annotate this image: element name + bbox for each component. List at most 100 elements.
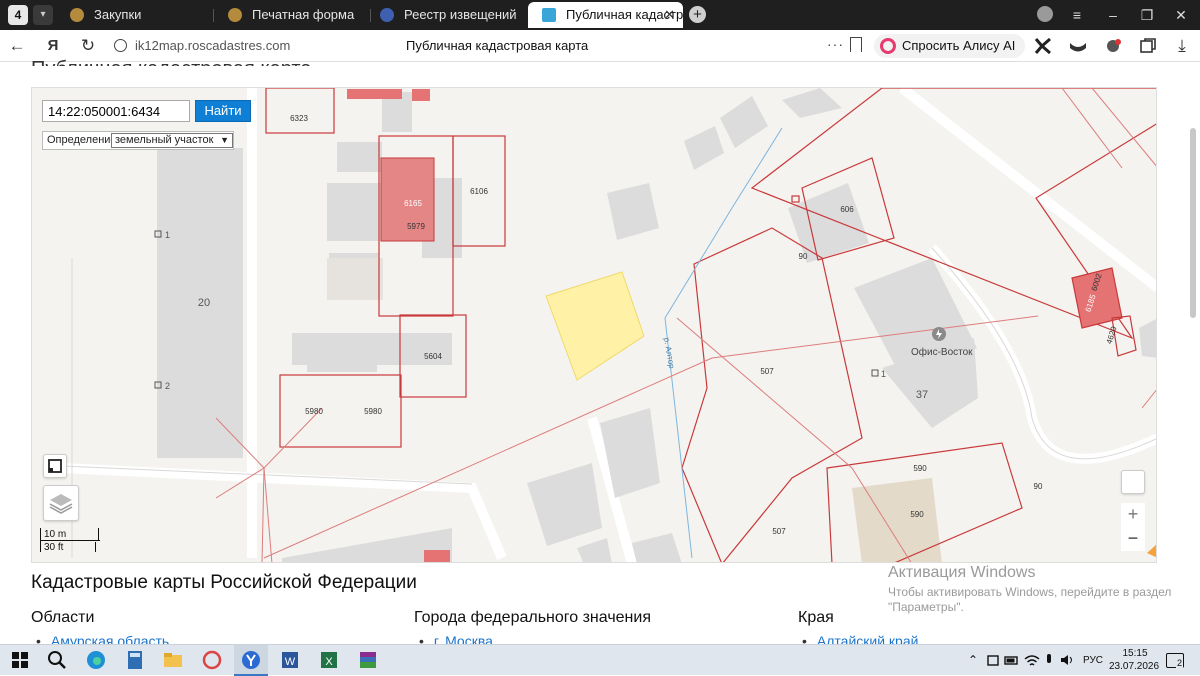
- ask-alice-button[interactable]: Спросить Алису AI: [874, 34, 1026, 58]
- clock-date[interactable]: 23.07.2026: [1109, 661, 1159, 672]
- new-tab-button[interactable]: +: [689, 6, 706, 23]
- minimize-icon[interactable]: –: [1096, 0, 1130, 30]
- parcel-label: 590: [913, 464, 927, 473]
- parcel-label: 90: [1034, 482, 1043, 491]
- more-dots-icon[interactable]: ···: [827, 36, 844, 52]
- svg-text:X: X: [325, 656, 333, 668]
- tray-overflow-icon[interactable]: ⌃: [968, 653, 978, 667]
- tab-cadastral-map[interactable]: Публичная кадастровая ✕: [528, 2, 683, 28]
- parcel-label: 90: [799, 252, 808, 261]
- entrance-label: 1: [881, 369, 886, 379]
- close-icon[interactable]: ✕: [664, 2, 675, 28]
- map-scale: 10 m 30 ft: [40, 528, 102, 558]
- reload-icon[interactable]: ↻: [77, 35, 99, 57]
- language-indicator[interactable]: РУС: [1083, 655, 1103, 666]
- alice-label: Спросить Алису AI: [902, 38, 1016, 53]
- network-icon[interactable]: [1024, 650, 1040, 670]
- poi-label[interactable]: Офис-Восток: [911, 346, 973, 358]
- layers-button[interactable]: [43, 485, 79, 521]
- tab-zakupki[interactable]: Закупки: [56, 2, 206, 28]
- edge-browser-icon[interactable]: [86, 650, 106, 670]
- parcel-label: 6165: [404, 199, 422, 208]
- parcel-label: 5980: [305, 407, 323, 416]
- windows-taskbar: W X ⌃ РУС 15:15 23.07.2026 2: [0, 644, 1200, 676]
- tab-label: Закупки: [94, 7, 142, 22]
- parcel-label: 507: [760, 367, 774, 376]
- section-title: Кадастровые карты Российской Федерации: [31, 572, 417, 593]
- layers-icon: [49, 494, 73, 514]
- chevron-down-icon: ▼: [220, 135, 229, 145]
- zoom-out-button[interactable]: −: [1121, 527, 1145, 551]
- pocket-icon[interactable]: [1069, 38, 1087, 54]
- bookmark-icon[interactable]: [850, 37, 862, 52]
- building-number: 37: [916, 389, 928, 401]
- tab-registry[interactable]: Реестр извещений: [366, 2, 521, 28]
- emblem-icon: [228, 8, 242, 22]
- map-option-button[interactable]: [1121, 470, 1145, 494]
- page-title: Публичная кадастровая карта: [406, 38, 589, 53]
- site-info-icon[interactable]: [114, 39, 127, 52]
- svg-text:W: W: [285, 656, 296, 668]
- collections-icon[interactable]: [1139, 38, 1157, 54]
- parcel-label: 5980: [364, 407, 382, 416]
- excel-icon[interactable]: X: [319, 650, 339, 670]
- volume-icon[interactable]: [1059, 650, 1075, 670]
- column-title-federal-cities: Города федерального значения: [414, 609, 651, 626]
- parcel-label: 590: [910, 510, 924, 519]
- url-text[interactable]: ik12map.roscadastres.com: [135, 38, 290, 53]
- close-window-icon[interactable]: ✕: [1164, 0, 1198, 30]
- parcel-label: 5604: [424, 352, 442, 361]
- profile-avatar-icon[interactable]: [1037, 6, 1053, 22]
- menu-icon[interactable]: ≡: [1060, 0, 1094, 30]
- tab-print-form[interactable]: Печатная форма: [214, 2, 364, 28]
- file-explorer-icon[interactable]: [163, 650, 183, 670]
- map-canvas[interactable]: 6323 6165 5979 6106 606 90 5604 5980 598…: [32, 88, 1157, 563]
- column-title-krais: Края: [798, 609, 834, 626]
- calculator-icon[interactable]: [125, 650, 145, 670]
- yandex-logo-icon[interactable]: Я: [42, 35, 64, 57]
- column-title-regions: Области: [31, 609, 95, 626]
- definition-row: Определение: земельный участок ▼: [42, 131, 234, 150]
- app-icon[interactable]: [202, 650, 222, 670]
- yandex-browser-icon[interactable]: [241, 650, 261, 670]
- windows-activation-text: Чтобы активировать Windows, перейдите в …: [888, 585, 1172, 614]
- browser-tab-strip: 4 ▾ Закупки Печатная форма Реестр извеще…: [0, 0, 1200, 30]
- parcel-label: 6106: [470, 187, 488, 196]
- search-icon[interactable]: [47, 650, 67, 670]
- tab-label: Реестр извещений: [404, 7, 517, 22]
- winrar-icon[interactable]: [358, 650, 378, 670]
- windows-activation-title: Активация Windows: [888, 564, 1036, 581]
- fullscreen-button[interactable]: [43, 454, 67, 478]
- windows-start-icon[interactable]: [10, 650, 30, 670]
- emblem-icon: [380, 8, 394, 22]
- tab-counter[interactable]: 4: [8, 5, 28, 25]
- microphone-icon[interactable]: [1043, 650, 1055, 670]
- definition-select[interactable]: земельный участок ▼: [111, 133, 233, 148]
- chevron-down-icon[interactable]: ▾: [33, 5, 53, 25]
- cadastral-map[interactable]: 6323 6165 5979 6106 606 90 5604 5980 598…: [31, 87, 1157, 563]
- scale-metric: 10 m: [44, 529, 67, 540]
- find-button[interactable]: Найти: [195, 100, 251, 122]
- page-scrollbar[interactable]: [1190, 128, 1196, 318]
- extension-icon[interactable]: [1105, 38, 1123, 54]
- definition-value: земельный участок: [115, 134, 214, 146]
- usb-icon[interactable]: [986, 650, 1000, 670]
- list-item[interactable]: Амурская область: [36, 633, 169, 644]
- word-icon[interactable]: W: [280, 650, 300, 670]
- back-arrow-icon[interactable]: ←: [6, 35, 28, 57]
- fullscreen-icon: [48, 459, 62, 473]
- cadastral-number-input[interactable]: [42, 100, 190, 122]
- definition-label: Определение:: [47, 134, 120, 146]
- parcel-label: 606: [840, 205, 854, 214]
- emblem-icon: [70, 8, 84, 22]
- kaspersky-icon[interactable]: [1034, 38, 1052, 54]
- download-icon[interactable]: ⤓: [1171, 35, 1193, 57]
- building-number: 20: [198, 297, 210, 309]
- battery-icon[interactable]: [1004, 650, 1020, 670]
- scale-imperial: 30 ft: [44, 542, 64, 553]
- list-item[interactable]: г. Москва: [419, 633, 493, 644]
- zoom-in-button[interactable]: +: [1121, 503, 1145, 527]
- restore-icon[interactable]: ❐: [1130, 0, 1164, 30]
- list-item[interactable]: Алтайский край: [802, 633, 919, 644]
- clock-time[interactable]: 15:15: [1121, 648, 1149, 659]
